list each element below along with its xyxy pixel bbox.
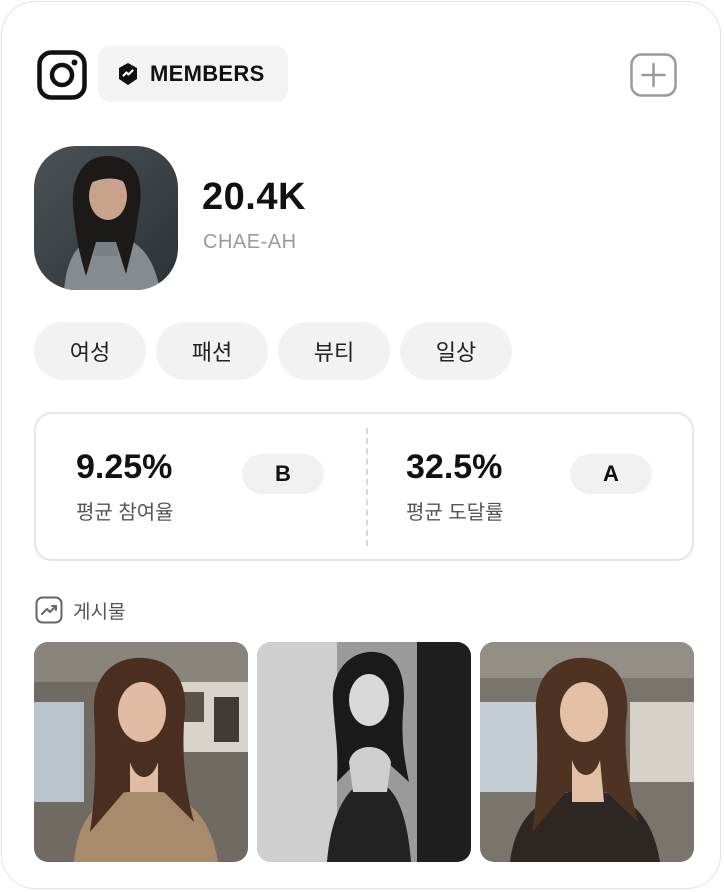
category-tags: 여성 패션 뷰티 일상 <box>34 322 512 380</box>
tag-chip[interactable]: 뷰티 <box>278 322 390 380</box>
engagement-rate-value: 9.25% <box>76 448 173 486</box>
tag-chip[interactable]: 여성 <box>34 322 146 380</box>
posts-header: 게시물 <box>35 596 125 624</box>
plus-square-icon <box>630 53 677 97</box>
post-thumbnail[interactable] <box>34 642 248 862</box>
trending-up-icon <box>35 596 63 624</box>
verified-shield-icon <box>116 62 140 86</box>
tag-chip[interactable]: 일상 <box>400 322 512 380</box>
post-thumbnails <box>34 642 694 862</box>
stats-divider <box>366 428 368 546</box>
post-thumbnail[interactable] <box>257 642 471 862</box>
tag-chip[interactable]: 패션 <box>156 322 268 380</box>
reach-rate-value: 32.5% <box>406 448 503 486</box>
username: CHAE-AH <box>203 231 297 253</box>
engagement-grade-badge: B <box>242 454 324 494</box>
members-badge: MEMBERS <box>98 46 288 102</box>
profile-avatar[interactable] <box>34 146 178 290</box>
stats-panel: 9.25% 평균 참여율 B 32.5% 평균 도달률 A <box>34 412 694 561</box>
engagement-rate-label: 평균 참여율 <box>76 502 174 524</box>
post-thumbnail[interactable] <box>480 642 694 862</box>
influencer-card: MEMBERS 20.4K CHAE-AH 여성 패션 뷰티 일상 9.25% … <box>1 1 721 889</box>
instagram-icon <box>37 50 87 100</box>
reach-grade-badge: A <box>570 454 652 494</box>
follower-count: 20.4K <box>202 176 306 218</box>
members-label: MEMBERS <box>150 61 265 86</box>
add-button[interactable] <box>630 53 677 97</box>
posts-label: 게시물 <box>73 601 126 623</box>
reach-rate-label: 평균 도달률 <box>406 502 504 524</box>
